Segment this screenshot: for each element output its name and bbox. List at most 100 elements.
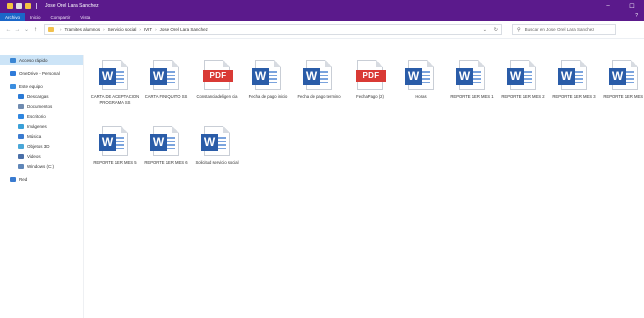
file-name: REPORTE 1ER MES 1 <box>450 94 494 99</box>
download-icon <box>18 93 24 99</box>
tab-inicio[interactable]: Inicio <box>25 13 46 21</box>
word-document-icon: W <box>558 60 587 90</box>
sidebar-item[interactable]: Windows (C:) <box>0 161 83 171</box>
word-document-icon: W <box>303 60 332 90</box>
file-item[interactable]: PDF Constanciadeligen cia <box>192 60 242 100</box>
file-item[interactable]: W CARTA DE ACEPTACION PROGRAMA SS <box>90 60 140 105</box>
tab-compartir[interactable]: Compartir <box>46 13 76 21</box>
file-list: W CARTA DE ACEPTACION PROGRAMA SS W CARTA F… <box>90 52 644 318</box>
file-name: REPORTE 1ER MES 2 <box>501 94 545 99</box>
file-item[interactable]: W Fecha de pago inicio <box>243 60 293 100</box>
network-icon <box>10 176 16 182</box>
file-name: REPORTE 1ER MES 3 <box>552 94 596 99</box>
sidebar-item[interactable]: Descargas <box>0 91 83 101</box>
sidebar-item-label: Este equipo <box>19 83 43 89</box>
word-document-icon: W <box>150 60 179 90</box>
back-button[interactable]: ← <box>4 27 13 33</box>
file-item[interactable]: W REPORTE 1ER MES 5 <box>90 126 140 166</box>
file-name: CARTA DE ACEPTACION PROGRAMA SS <box>90 94 140 105</box>
sidebar-item[interactable]: OneDrive - Personal <box>0 68 83 78</box>
word-document-icon: W <box>405 60 434 90</box>
video-icon <box>18 153 24 159</box>
sidebar-item-label: Red <box>19 176 28 182</box>
file-item[interactable]: W Fecha de pago termino <box>294 60 344 100</box>
divider <box>36 3 37 9</box>
computer-icon <box>10 83 16 89</box>
tab-archivo[interactable]: Archivo <box>0 13 26 21</box>
file-name: REPORTE 1ER MES 5 <box>93 160 137 165</box>
word-document-icon: W <box>609 60 638 90</box>
word-document-icon: W <box>99 126 128 156</box>
breadcrumb-ivit[interactable]: IVIT <box>144 27 152 32</box>
sidebar-item-label: Documentos <box>27 103 53 109</box>
search-box[interactable]: ⚲ Buscar en Jose Orel Lara Sanchez <box>512 24 616 35</box>
recent-locations-button[interactable]: ⌄ <box>22 26 31 33</box>
sidebar-item-label: Música <box>27 133 42 139</box>
navigation-pane: Acceso rápido OneDrive - Personal Este equ… <box>0 55 84 318</box>
forward-button[interactable]: → <box>13 27 22 33</box>
sidebar-item-label: Descargas <box>27 93 49 99</box>
sidebar-item[interactable]: Música <box>0 131 83 141</box>
file-item[interactable]: W REPORTE 1ER MES 4 <box>600 60 644 100</box>
breadcrumb-tramites[interactable]: Tramites alumnos <box>65 27 101 32</box>
file-item[interactable]: W Solicitud servicio social <box>192 126 242 166</box>
new-folder-icon[interactable] <box>25 3 31 9</box>
up-button[interactable]: ↑ <box>31 27 40 33</box>
sidebar-item[interactable]: Objetos 3D <box>0 141 83 151</box>
word-document-icon: W <box>252 60 281 90</box>
file-name: CARTA FINIQUITO SS <box>144 94 188 99</box>
file-item[interactable]: W REPORTE 1ER MES 1 <box>447 60 497 100</box>
refresh-icon[interactable]: ↻ <box>494 27 498 33</box>
desktop-icon <box>18 113 24 119</box>
sidebar-item-label: Acceso rápido <box>19 57 48 63</box>
file-name: FechaPago (2) <box>356 94 384 99</box>
file-item[interactable]: W REPORTE 1ER MES 3 <box>549 60 599 100</box>
sidebar-item[interactable]: Documentos <box>0 101 83 111</box>
maximize-button[interactable]: ☐ <box>620 0 644 12</box>
chevron-down-icon[interactable]: ⌄ <box>483 27 487 33</box>
pdf-file-icon: PDF <box>203 60 233 90</box>
file-item[interactable]: W Horas <box>396 60 446 100</box>
navigation-bar: ← → ⌄ ↑ › Tramites alumnos › Servicio so… <box>0 21 644 39</box>
drive-icon <box>18 163 24 169</box>
word-document-icon: W <box>150 126 179 156</box>
picture-icon <box>18 123 24 129</box>
sidebar-item-label: Videos <box>27 153 41 159</box>
cube-icon <box>18 143 24 149</box>
document-icon <box>18 103 24 109</box>
search-input[interactable]: Buscar en Jose Orel Lara Sanchez <box>525 27 595 32</box>
title-bar: Jose Orel Lara Sanchez – ☐ <box>0 0 644 12</box>
sidebar-item[interactable]: Red <box>0 174 83 184</box>
sidebar-item[interactable]: Escritorio <box>0 111 83 121</box>
file-name: REPORTE 1ER MES 4 <box>603 94 644 99</box>
folder-icon <box>48 27 54 32</box>
breadcrumb-current-folder[interactable]: Jose Orel Lara Sanchez <box>160 27 208 32</box>
file-item[interactable]: W CARTA FINIQUITO SS <box>141 60 191 100</box>
sidebar-item-label: Imágenes <box>27 123 47 129</box>
sidebar-item[interactable]: Este equipo <box>0 81 83 91</box>
sidebar-item[interactable]: Imágenes <box>0 121 83 131</box>
tab-vista[interactable]: Vista <box>75 13 95 21</box>
properties-icon[interactable] <box>16 3 22 9</box>
word-document-icon: W <box>507 60 536 90</box>
file-name: Fecha de pago inicio <box>248 94 288 99</box>
minimize-button[interactable]: – <box>596 0 620 12</box>
sidebar-item[interactable]: Acceso rápido <box>0 55 83 65</box>
file-item[interactable]: W REPORTE 1ER MES 6 <box>141 126 191 166</box>
file-name: Fecha de pago termino <box>297 94 341 99</box>
cloud-icon <box>10 70 16 76</box>
star-icon <box>10 57 16 63</box>
help-icon[interactable]: ? <box>635 13 638 19</box>
sidebar-item[interactable]: Videos <box>0 151 83 161</box>
breadcrumb-servicio-social[interactable]: Servicio social <box>108 27 137 32</box>
sidebar-item-label: Escritorio <box>27 113 46 119</box>
sidebar-item-label: OneDrive - Personal <box>19 70 60 76</box>
file-name: Constanciadeligen cia <box>196 94 238 99</box>
file-item[interactable]: PDF FechaPago (2) <box>345 60 395 100</box>
address-bar[interactable]: › Tramites alumnos › Servicio social › I… <box>44 24 502 35</box>
word-document-icon: W <box>456 60 485 90</box>
file-item[interactable]: W REPORTE 1ER MES 2 <box>498 60 548 100</box>
file-name: REPORTE 1ER MES 6 <box>144 160 188 165</box>
music-icon <box>18 133 24 139</box>
window-title: Jose Orel Lara Sanchez <box>45 3 99 9</box>
